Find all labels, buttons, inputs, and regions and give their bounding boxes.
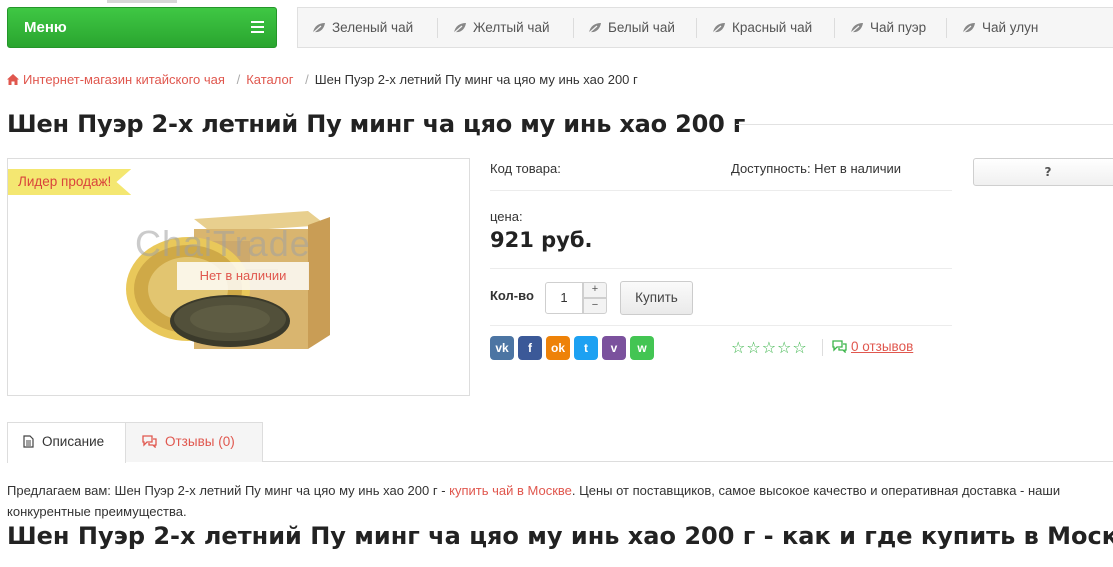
category-white-tea[interactable]: Белый чай: [588, 8, 675, 47]
category-divider: [573, 18, 574, 38]
leaf-icon: [312, 23, 325, 34]
star-empty-icon: ☆: [746, 338, 762, 357]
category-yellow-tea[interactable]: Желтый чай: [453, 8, 550, 47]
category-divider: [834, 18, 835, 38]
price-label: цена:: [490, 209, 523, 224]
tab-description[interactable]: Описание: [7, 422, 126, 463]
product-description: Предлагаем вам: Шен Пуэр 2-х летний Пу м…: [7, 480, 1113, 522]
reviews-link-wrap: 0 отзывов: [832, 339, 913, 354]
category-red-tea[interactable]: Красный чай: [712, 8, 812, 47]
category-divider: [946, 18, 947, 38]
bestseller-badge: Лидер продаж!: [8, 169, 132, 195]
title-divider: [736, 124, 1113, 125]
watermark: ChaiTrade: [135, 223, 311, 264]
breadcrumb-separator: /: [236, 72, 241, 87]
leaf-icon: [850, 23, 863, 34]
question-button[interactable]: ?: [973, 158, 1113, 186]
leaf-icon: [962, 23, 975, 34]
quantity-input[interactable]: 1: [545, 282, 583, 314]
star-empty-icon: ☆: [731, 338, 747, 357]
menu-label: Меню: [24, 19, 67, 36]
comments-icon: [142, 435, 157, 449]
category-divider: [696, 18, 697, 38]
twitter-share-icon[interactable]: t: [574, 336, 598, 360]
rating-stars[interactable]: ☆☆☆☆☆: [731, 338, 808, 357]
reviews-link[interactable]: 0 отзывов: [851, 339, 913, 354]
section-heading: Шен Пуэр 2-х летний Пу минг ча цяо му ин…: [7, 522, 1113, 550]
product-image[interactable]: Лидер продаж! ChaiTrade Нет в наличии: [7, 158, 470, 396]
page-title: Шен Пуэр 2-х летний Пу минг ча цяо му ин…: [7, 110, 746, 138]
category-label: Желтый чай: [473, 20, 550, 35]
category-green-tea[interactable]: Зеленый чай: [312, 8, 413, 47]
availability-status: Доступность: Нет в наличии: [731, 161, 902, 176]
tab-reviews-label: Отзывы (0): [165, 434, 235, 449]
breadcrumb: Интернет-магазин китайского чая / Каталог…: [7, 72, 638, 87]
document-icon: [23, 435, 34, 448]
product-code-label: Код товара:: [490, 161, 561, 176]
category-label: Чай улун: [982, 20, 1039, 35]
tab-reviews[interactable]: Отзывы (0): [125, 422, 263, 462]
quantity-increase-button[interactable]: +: [583, 282, 607, 298]
leaf-icon: [453, 23, 466, 34]
star-empty-icon: ☆: [761, 338, 778, 357]
odnoklassniki-share-icon[interactable]: ok: [546, 336, 570, 360]
breadcrumb-home-label: Интернет-магазин китайского чая: [23, 72, 225, 87]
category-label: Белый чай: [608, 20, 675, 35]
hamburger-icon: [251, 21, 264, 36]
divider: [490, 190, 952, 191]
leaf-icon: [712, 23, 725, 34]
breadcrumb-home-link[interactable]: Интернет-магазин китайского чая: [7, 72, 225, 87]
buy-button[interactable]: Купить: [620, 281, 693, 315]
breadcrumb-catalog-link[interactable]: Каталог: [246, 72, 293, 87]
leaf-icon: [588, 23, 601, 34]
facebook-share-icon[interactable]: f: [518, 336, 542, 360]
breadcrumb-separator: /: [305, 72, 309, 87]
menu-button[interactable]: Меню: [7, 7, 277, 48]
price-value: 921 руб.: [490, 228, 593, 252]
category-nav: Зеленый чай Желтый чай Белый чай Красный…: [297, 7, 1113, 48]
divider: [490, 268, 952, 269]
category-divider: [437, 18, 438, 38]
quantity-label: Кол-во: [490, 288, 534, 303]
home-icon: [7, 74, 19, 85]
description-prefix: Предлагаем вам: Шен Пуэр 2-х летний Пу м…: [7, 483, 450, 498]
category-puer-tea[interactable]: Чай пуэр: [850, 8, 926, 47]
whatsapp-share-icon[interactable]: w: [630, 336, 654, 360]
category-label: Зеленый чай: [332, 20, 414, 35]
star-empty-icon: ☆: [792, 338, 808, 357]
quantity-decrease-button[interactable]: −: [583, 298, 607, 314]
viber-share-icon[interactable]: v: [602, 336, 626, 360]
logo-strip: [107, 0, 177, 3]
tab-description-label: Описание: [42, 434, 105, 449]
category-oolong-tea[interactable]: Чай улун: [962, 8, 1038, 47]
out-of-stock-overlay: Нет в наличии: [177, 262, 309, 290]
buy-tea-moscow-link[interactable]: купить чай в Москве: [449, 483, 572, 498]
breadcrumb-current: Шен Пуэр 2-х летний Пу минг ча цяо му ин…: [314, 72, 638, 87]
divider: [490, 325, 952, 326]
rating-divider: [822, 339, 823, 356]
vk-share-icon[interactable]: vk: [490, 336, 514, 360]
category-label: Красный чай: [732, 20, 813, 35]
comments-icon: [832, 340, 847, 354]
star-empty-icon: ☆: [777, 338, 793, 357]
category-label: Чай пуэр: [870, 20, 927, 35]
